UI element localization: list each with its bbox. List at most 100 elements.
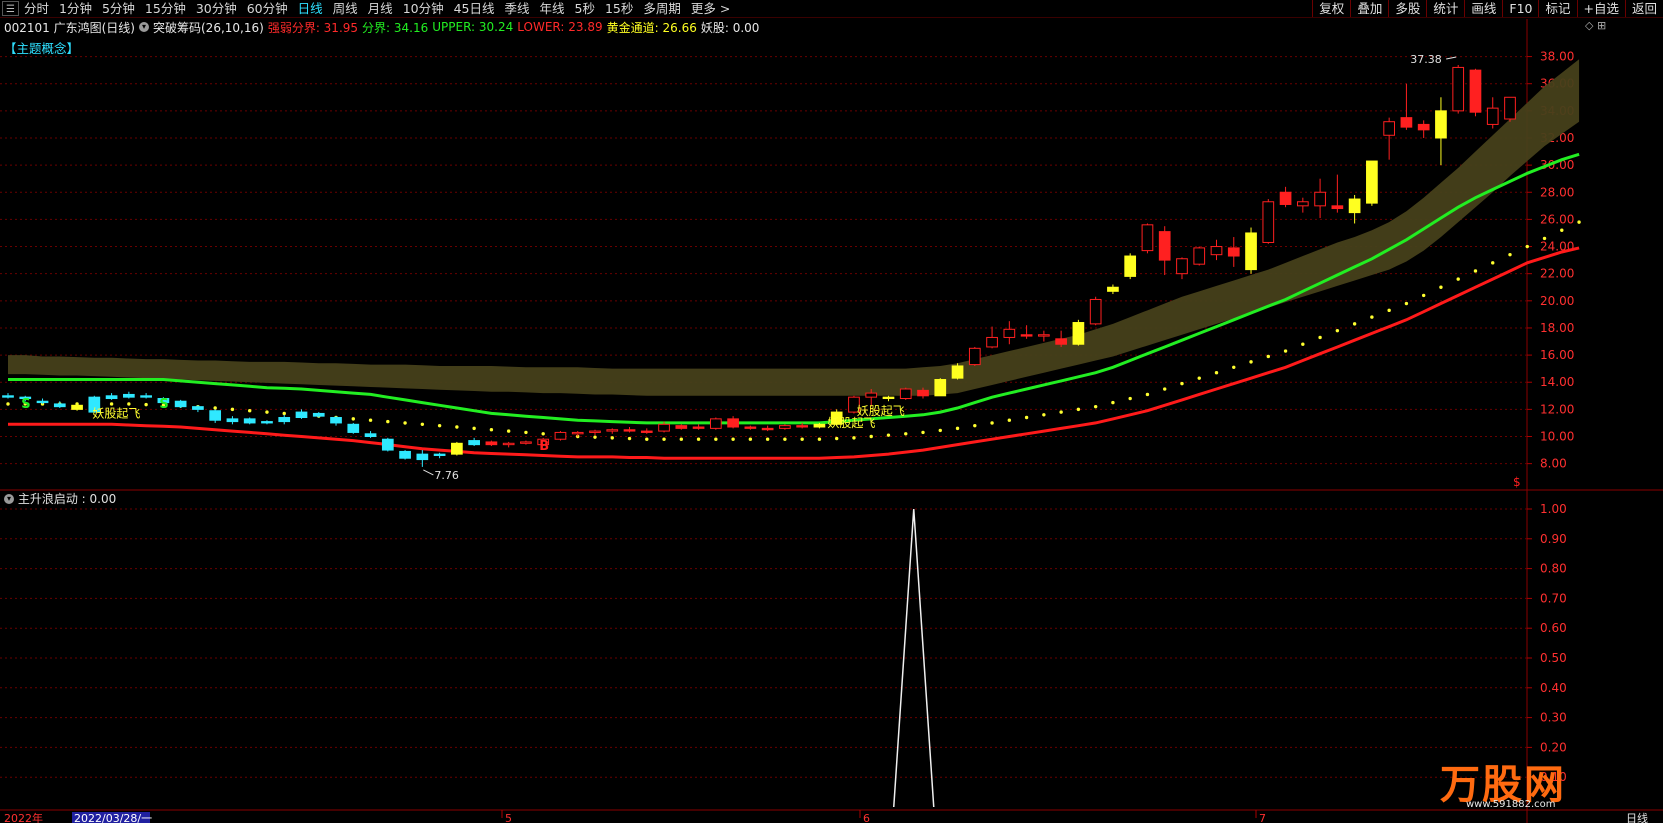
candle-body [986,336,998,348]
dotted-line-point [817,437,822,441]
candle-body [1435,110,1447,139]
candle-body [1262,201,1275,243]
sub-indicator-axis: 1.000.900.800.700.600.500.400.300.200.10 [0,502,1567,784]
candle-body [744,426,757,429]
candle-body [589,430,601,433]
candle-body [1366,160,1378,204]
dotted-line-point [1007,418,1012,422]
sell-mark-2: S [159,397,168,412]
dotted-line-point [403,421,407,425]
candle-body [330,417,342,424]
sub-indicator-dropdown-icon[interactable]: ▾ [4,493,14,504]
dotted-line-point [1456,277,1460,281]
candle-body [813,423,826,428]
dotted-line-point [1197,376,1201,380]
price-tick-label: 28.00 [1540,185,1574,199]
dotted-line-point [783,437,787,441]
dotted-line-point [1421,293,1426,298]
candle-body [1055,338,1067,345]
candle-body [727,418,739,428]
sub-tick-label: 0.30 [1540,711,1567,725]
candle-body [1003,328,1016,338]
candle-body [468,440,480,446]
dotted-line-point [265,410,269,414]
dotted-line-point [1180,381,1184,386]
signal-label-3: 妖股起飞 [827,416,875,430]
sub-tick-label: 0.70 [1540,591,1567,605]
period-indicator: 日线 [1626,811,1648,823]
dotted-line-point [1352,322,1357,326]
price-tick-label: 12.00 [1540,402,1574,416]
price-tick-label: 14.00 [1540,375,1574,389]
dotted-line-point [662,437,666,441]
dotted-line-point [1283,349,1288,353]
candle-body [779,425,791,429]
dotted-line-point [489,428,494,432]
sub-tick-label: 0.40 [1540,681,1567,695]
sub-indicator-label: ▾ 主升浪启动 : 0.00 [4,490,116,507]
dotted-line-point [593,435,597,439]
dotted-line-point [1577,220,1581,224]
dotted-line-point [627,436,632,441]
candle-body [1158,231,1171,261]
sub-tick-label: 1.00 [1540,502,1567,516]
dotted-line-point [834,436,839,441]
candle-body [658,423,670,432]
candle-body [917,389,929,397]
candle-body [278,417,291,423]
candle-body [1193,247,1206,265]
candle-body [1296,201,1309,207]
candle-body [174,400,187,408]
dotted-line-point [645,437,649,441]
candle-body [1176,258,1188,275]
candle-body [243,418,256,424]
candle-body [640,430,653,433]
dotted-line-point [852,436,856,440]
candle-body [209,410,222,421]
candle-body [1227,247,1240,257]
dotted-line-point [1525,244,1529,249]
dotted-line-point [1508,252,1512,257]
dotted-line-point [1542,236,1547,241]
candle-body [1089,298,1102,325]
candle-body [1141,224,1154,252]
dotted-line-point [973,423,977,428]
dotted-line-point [1111,400,1115,405]
candle-body [347,423,360,433]
dotted-line-point [1301,342,1305,346]
sub-tick-label: 0.50 [1540,651,1567,665]
candle-body [192,406,204,410]
buy-mark: B [539,439,549,454]
dotted-line-point [524,430,528,435]
dotted-line-point [127,402,131,406]
dotted-line-point [938,428,942,433]
candle-body [899,388,912,400]
candle-body [105,395,118,400]
candle-body [1279,191,1292,205]
dotted-line-point [904,432,908,436]
dotted-line-point [1249,360,1253,364]
price-tick-label: 10.00 [1540,430,1574,444]
candle-body [796,425,809,428]
candle-body [399,450,411,459]
signal-label-1: 妖股起飞 [92,407,140,421]
dotted-line-point [800,437,804,441]
candle-body [1072,322,1085,345]
dotted-line-point [420,422,425,426]
price-tick-label: 22.00 [1540,267,1574,281]
candle-body [53,403,66,408]
dotted-line-point [1387,308,1391,313]
candle-body [1417,123,1430,131]
dotted-line-point [869,434,873,439]
candle-body [122,393,135,398]
sub-indicator-value: 主升浪启动 : 0.00 [17,492,117,506]
sub-tick-label: 0.90 [1540,532,1567,546]
candle-body [1400,117,1413,128]
price-tick-label: 20.00 [1540,294,1574,308]
dotted-line-point [472,426,476,431]
dotted-line-point [765,437,770,441]
candle-body [226,418,239,423]
candle-body [623,429,636,432]
candle-body [71,404,83,410]
dotted-line-point [282,411,286,416]
